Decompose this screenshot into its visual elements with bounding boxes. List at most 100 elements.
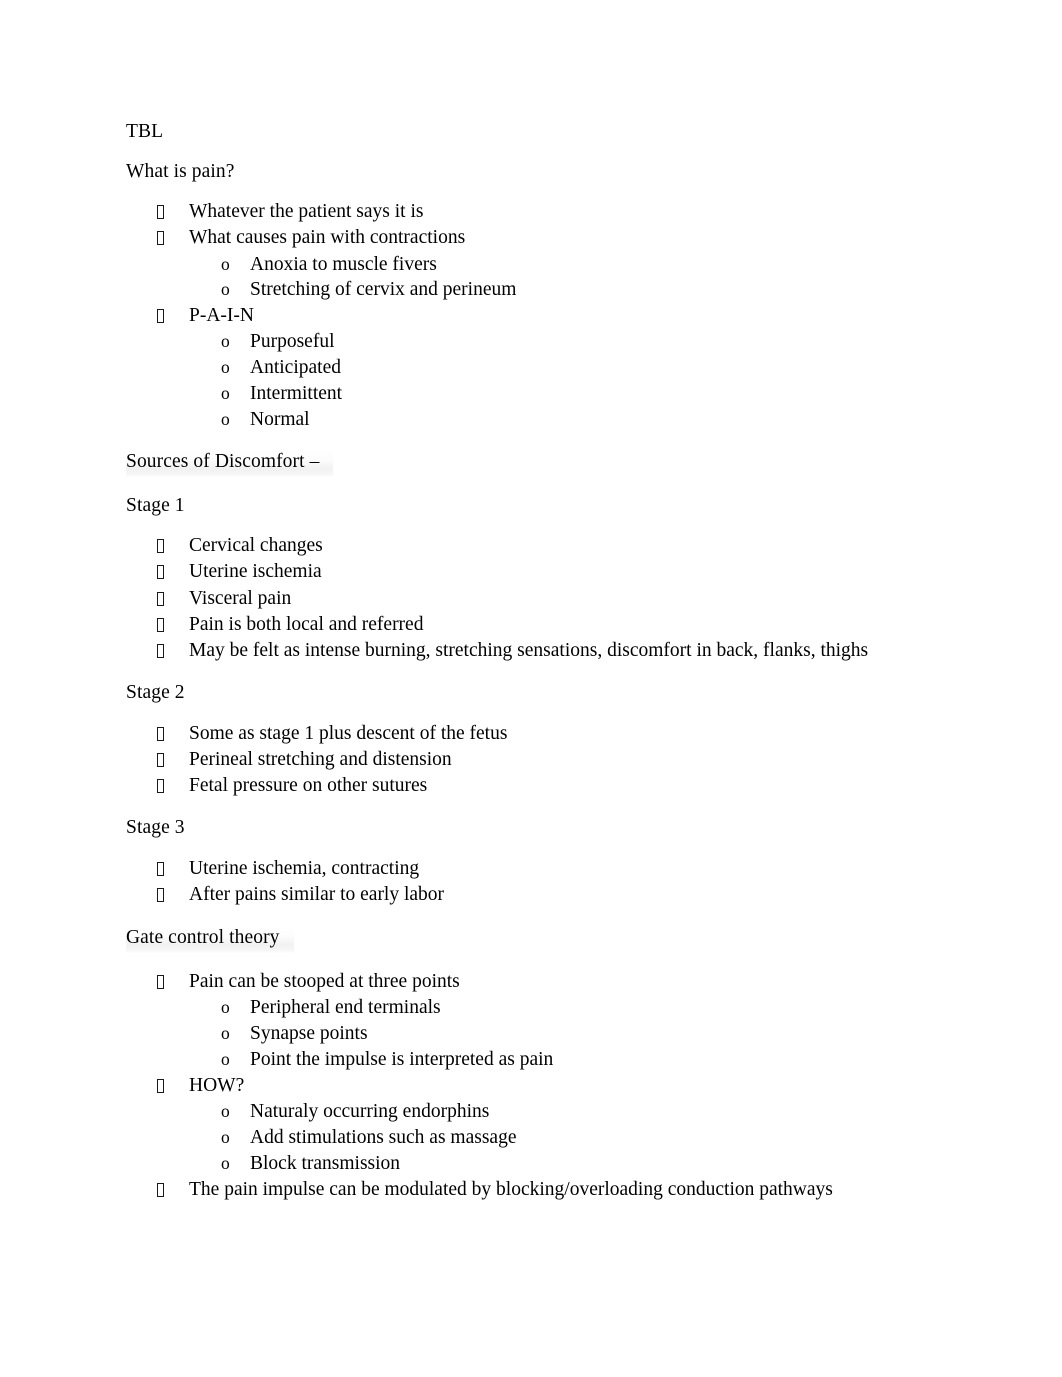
bullet-box-icon xyxy=(157,303,169,329)
list-item-label: Block transmission xyxy=(250,1152,401,1174)
bullet-box-icon xyxy=(157,747,169,773)
list-item: Visceral pain xyxy=(126,586,936,612)
list-item-label: Anoxia to muscle fivers xyxy=(250,253,437,275)
bullet-box-icon xyxy=(157,1177,169,1203)
list-item-label: Pain can be stooped at three points xyxy=(189,971,460,993)
bullet-o-icon: o xyxy=(221,1049,230,1070)
list-item-label: Some as stage 1 plus descent of the fetu… xyxy=(189,722,508,744)
list-item-label: Anticipated xyxy=(250,357,341,379)
bullet-o-icon: o xyxy=(221,1152,230,1173)
list-item-label: Naturaly occurring endorphins xyxy=(250,1101,490,1123)
list-item: o Anticipated xyxy=(126,355,936,381)
list-item: o Block transmission xyxy=(126,1151,936,1177)
list-item: What causes pain with contractions xyxy=(126,225,936,251)
list-item-label: Visceral pain xyxy=(189,587,292,609)
paragraph: Stage 1 xyxy=(126,494,185,516)
bullet-box-icon xyxy=(157,533,169,559)
paragraph: Stage 3 xyxy=(126,817,185,839)
missing-glyph-box-icon xyxy=(157,565,164,580)
list-item: Some as stage 1 plus descent of the fetu… xyxy=(126,721,936,747)
list-item: The pain impulse can be modulated by blo… xyxy=(126,1177,936,1203)
bullet-o-icon: o xyxy=(221,253,230,274)
list-item: o Anoxia to muscle fivers xyxy=(126,252,936,278)
bullet-box-icon xyxy=(157,612,169,638)
list-item-label: May be felt as intense burning, stretchi… xyxy=(189,640,869,662)
list-item: Cervical changes xyxy=(126,533,936,559)
bullet-box-icon xyxy=(157,225,169,251)
shaded-heading-row: Gate control theory xyxy=(126,924,936,953)
bullet-box-icon xyxy=(157,773,169,799)
missing-glyph-box-icon xyxy=(157,887,164,902)
list-item-label: The pain impulse can be modulated by blo… xyxy=(189,1178,833,1200)
list-item: P-A-I-N xyxy=(126,303,936,329)
missing-glyph-box-icon xyxy=(157,618,164,633)
bullet-o-icon: o xyxy=(221,408,230,429)
missing-glyph-box-icon xyxy=(157,975,164,990)
paragraph: Stage 2 xyxy=(126,682,185,704)
list-item: After pains similar to early labor xyxy=(126,882,936,908)
bullet-box-icon xyxy=(157,559,169,585)
list-item-label: Uterine ischemia, contracting xyxy=(189,857,420,879)
bullet-box-icon xyxy=(157,199,169,225)
list-item-label: Purposeful xyxy=(250,331,335,353)
bullet-box-icon xyxy=(157,1073,169,1099)
list-item: May be felt as intense burning, stretchi… xyxy=(126,638,936,664)
list-item-label: HOW? xyxy=(189,1074,245,1096)
list-item: HOW? xyxy=(126,1073,936,1099)
missing-glyph-box-icon xyxy=(157,231,164,246)
bullet-o-icon: o xyxy=(221,357,230,378)
bullet-list: Uterine ischemia, contracting After pains… xyxy=(126,856,936,909)
missing-glyph-box-icon xyxy=(157,644,164,659)
list-item: Uterine ischemia xyxy=(126,559,936,585)
missing-glyph-box-icon xyxy=(157,861,164,876)
list-item: o Naturaly occurring endorphins xyxy=(126,1099,936,1125)
bullet-box-icon xyxy=(157,638,169,664)
bullet-o-icon: o xyxy=(221,1023,230,1044)
missing-glyph-box-icon xyxy=(157,309,164,324)
document-body: TBL What is pain? Whatever the patient say… xyxy=(126,120,936,1203)
bullet-box-icon xyxy=(157,586,169,612)
list-item: o Stretching of cervix and perineum xyxy=(126,277,936,303)
list-item-label: Uterine ischemia xyxy=(189,561,322,583)
list-item: o Purposeful xyxy=(126,329,936,355)
list-item-label: Whatever the patient says it is xyxy=(189,201,424,222)
list-item-label: After pains similar to early labor xyxy=(189,883,445,905)
bullet-box-icon xyxy=(157,721,169,747)
list-item: Pain is both local and referred xyxy=(126,612,936,638)
list-item: o Peripheral end terminals xyxy=(126,995,936,1021)
list-item-label: Cervical changes xyxy=(189,535,323,557)
bullet-list: Pain can be stooped at three points o Peri… xyxy=(126,969,936,1203)
list-item-label: Peripheral end terminals xyxy=(250,997,441,1019)
list-item: o Synapse points xyxy=(126,1021,936,1047)
missing-glyph-box-icon xyxy=(157,1182,164,1197)
list-item-label: P-A-I-N xyxy=(189,305,254,327)
paragraph: TBL xyxy=(126,121,164,142)
document-page: TBL What is pain? Whatever the patient say… xyxy=(0,0,1062,1377)
missing-glyph-box-icon xyxy=(157,779,164,794)
bullet-box-icon xyxy=(157,969,169,995)
paragraph: What is pain? xyxy=(126,160,235,182)
missing-glyph-box-icon xyxy=(157,539,164,554)
bullet-list: Whatever the patient says it is What caus… xyxy=(126,199,936,433)
missing-glyph-box-icon xyxy=(157,205,164,219)
list-item-label: Perineal stretching and distension xyxy=(189,748,452,770)
list-item-label: Normal xyxy=(250,408,310,430)
list-item: Fetal pressure on other sutures xyxy=(126,773,936,799)
list-item: o Add stimulations such as massage xyxy=(126,1125,936,1151)
shaded-heading: Sources of Discomfort – xyxy=(126,449,334,478)
bullet-o-icon: o xyxy=(221,383,230,404)
bullet-o-icon: o xyxy=(221,1126,230,1147)
shaded-heading: Gate control theory xyxy=(126,924,294,953)
list-item: o Intermittent xyxy=(126,381,936,407)
bullet-o-icon: o xyxy=(221,279,230,300)
bullet-box-icon xyxy=(157,882,169,908)
list-item: Whatever the patient says it is xyxy=(126,199,936,225)
bullet-list: Some as stage 1 plus descent of the fetu… xyxy=(126,721,936,800)
list-item: Uterine ischemia, contracting xyxy=(126,856,936,882)
bullet-o-icon: o xyxy=(221,331,230,352)
list-item: o Point the impulse is interpreted as pai… xyxy=(126,1047,936,1073)
missing-glyph-box-icon xyxy=(157,726,164,741)
bullet-o-icon: o xyxy=(221,997,230,1018)
list-item-label: What causes pain with contractions xyxy=(189,227,466,249)
bullet-list: Cervical changes Uterine ischemia Visceral… xyxy=(126,533,936,664)
